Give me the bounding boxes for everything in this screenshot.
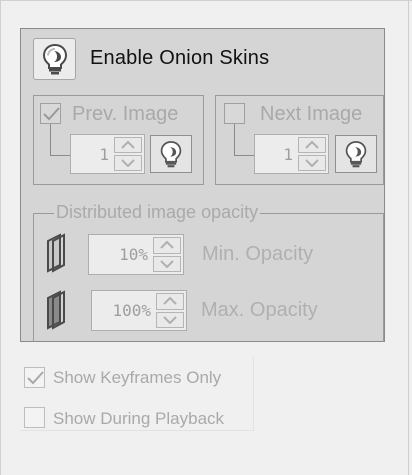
next-count-value: 1 <box>283 144 293 164</box>
arrow-up-icon <box>163 297 177 305</box>
prev-count-down-button[interactable] <box>114 155 142 171</box>
prev-image-checkbox[interactable] <box>40 103 61 124</box>
enable-onion-skins-button[interactable] <box>33 38 76 80</box>
distributed-opacity-group <box>33 213 384 342</box>
min-opacity-value: 10% <box>119 245 148 264</box>
arrow-up-icon <box>305 141 319 149</box>
min-opacity-label: Min. Opacity <box>202 243 314 265</box>
checkmark-icon <box>43 107 60 121</box>
next-count-down-button[interactable] <box>298 155 326 171</box>
min-opacity-up-button[interactable] <box>153 237 181 254</box>
arrow-down-icon <box>305 159 319 167</box>
prev-count-up-button[interactable] <box>114 137 142 153</box>
checkmark-icon <box>27 371 44 385</box>
max-opacity-up-button[interactable] <box>156 293 184 310</box>
max-opacity-value: 100% <box>112 301 151 320</box>
max-opacity-stepper[interactable]: 100% <box>91 290 187 331</box>
tree-connector <box>50 155 70 156</box>
max-opacity-label: Max. Opacity <box>201 299 318 321</box>
tree-connector <box>234 155 254 156</box>
window-edge <box>408 0 409 475</box>
arrow-down-icon <box>160 260 174 268</box>
arrow-down-icon <box>121 159 135 167</box>
arrow-up-icon <box>121 141 135 149</box>
lightbulb-icon <box>42 43 67 75</box>
tree-connector <box>50 124 51 155</box>
max-opacity-down-button[interactable] <box>156 311 184 328</box>
prev-count-stepper[interactable]: 1 <box>70 134 145 174</box>
arrow-down-icon <box>163 316 177 324</box>
next-count-stepper[interactable]: 1 <box>254 134 329 174</box>
lightbulb-icon <box>160 141 182 168</box>
next-image-checkbox[interactable] <box>224 103 245 124</box>
opacity-min-icon <box>47 233 65 273</box>
show-keyframes-only-checkbox[interactable] <box>24 367 45 388</box>
min-opacity-down-button[interactable] <box>153 255 181 272</box>
lightbulb-icon <box>345 141 367 168</box>
min-opacity-stepper[interactable]: 10% <box>88 234 184 275</box>
prev-count-value: 1 <box>99 144 109 164</box>
opacity-max-icon <box>47 290 65 330</box>
distributed-opacity-label: Distributed image opacity <box>54 202 261 223</box>
next-onion-button[interactable] <box>335 135 377 173</box>
arrow-up-icon <box>160 241 174 249</box>
next-count-up-button[interactable] <box>298 137 326 153</box>
show-during-playback-label: Show During Playback <box>53 409 225 428</box>
prev-image-label: Prev. Image <box>72 103 179 125</box>
show-keyframes-only-label: Show Keyframes Only <box>53 368 222 387</box>
prev-onion-button[interactable] <box>150 135 192 173</box>
show-during-playback-checkbox[interactable] <box>24 407 45 428</box>
next-image-label: Next Image <box>260 103 363 125</box>
tree-connector <box>234 124 235 155</box>
enable-onion-skins-label: Enable Onion Skins <box>90 47 270 69</box>
